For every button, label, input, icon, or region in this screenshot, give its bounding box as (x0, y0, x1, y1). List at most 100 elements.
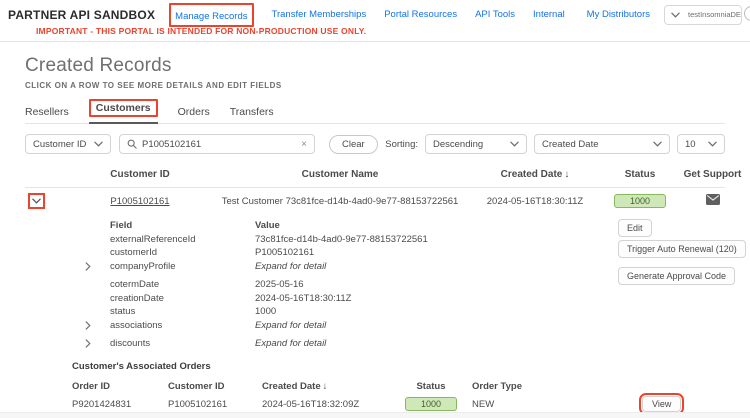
chevron-down-icon (653, 141, 662, 147)
detail-value: 1000 (255, 305, 725, 319)
col-order-created-label: Created Date (262, 381, 321, 392)
customer-detail-panel: Field Value externalReferenceId 73c81fce… (85, 219, 725, 351)
app-title: PARTNER API SANDBOX (8, 8, 155, 22)
order-id-cell: P9201424831 (72, 399, 168, 410)
orders-table-header: Order ID Customer ID Created Date↓ Statu… (72, 381, 725, 392)
sort-descending-icon: ↓ (564, 169, 569, 180)
col-created-date-label: Created Date (501, 169, 563, 180)
customers-tab-highlight: Customers (89, 99, 158, 117)
sort-descending-icon: ↓ (323, 381, 328, 392)
chevron-down-icon (708, 141, 717, 147)
status-badge: 1000 (614, 194, 666, 208)
page-size-select[interactable]: 10 (677, 134, 725, 154)
tab-resellers[interactable]: Resellers (25, 106, 69, 123)
non-production-warning: IMPORTANT - THIS PORTAL IS INTENDED FOR … (36, 26, 750, 36)
chevron-down-icon (94, 141, 103, 147)
customers-table-header: Customer ID Customer Name Created Date↓ … (25, 169, 725, 180)
view-order-button[interactable]: View (642, 396, 681, 412)
get-support-mail-icon[interactable] (706, 194, 720, 205)
distributor-select[interactable]: testInsomniaDE (664, 5, 742, 25)
filter-row: Customer ID × Clear Sorting: Descending … (25, 134, 725, 154)
detail-value-expandable[interactable]: Expand for detail (255, 319, 725, 333)
detail-row-discounts[interactable]: discounts Expand for detail (85, 337, 725, 351)
customer-name-cell: Test Customer 73c81fce-d14b-4ad0-9e77-88… (215, 196, 465, 207)
search-field-select[interactable]: Customer ID (25, 134, 111, 154)
search-icon (127, 139, 137, 149)
sort-by-select[interactable]: Created Date (534, 134, 670, 154)
nav-transfer-memberships[interactable]: Transfer Memberships (272, 9, 367, 20)
detail-action-buttons: Edit Trigger Auto Renewal (120) Generate… (618, 219, 746, 285)
tab-orders[interactable]: Orders (178, 106, 210, 123)
record-type-tabs: Resellers Customers Orders Transfers (25, 99, 725, 124)
col-order-id: Order ID (72, 381, 168, 392)
chevron-right-icon[interactable] (85, 260, 110, 274)
detail-row-associations[interactable]: associations Expand for detail (85, 319, 725, 333)
page-title: Created Records (25, 55, 725, 77)
clear-button[interactable]: Clear (329, 135, 378, 154)
chevron-down-icon (671, 12, 680, 18)
customer-id-link[interactable]: P1005102161 (110, 196, 169, 207)
search-field-value: Customer ID (33, 139, 86, 150)
chevron-right-icon[interactable] (85, 337, 110, 351)
col-order-created-date[interactable]: Created Date↓ (262, 381, 400, 392)
col-get-support: Get Support (675, 169, 750, 180)
col-status: Status (605, 169, 675, 180)
nav-internal[interactable]: Internal (533, 9, 565, 20)
header-divider (0, 41, 750, 42)
col-created-date[interactable]: Created Date↓ (465, 169, 605, 180)
detail-field: status (110, 305, 255, 319)
customer-row[interactable]: P1005102161 Test Customer 73c81fce-d14b-… (25, 188, 725, 214)
status-badge: 1000 (405, 397, 457, 411)
detail-field: externalReferenceId (110, 233, 255, 247)
sorting-label: Sorting: (385, 139, 418, 150)
detail-value: 2024-05-16T18:30:11Z (255, 292, 725, 306)
tab-customers[interactable]: Customers (89, 99, 158, 124)
col-order-customer-id: Customer ID (168, 381, 262, 392)
page-size-value: 10 (685, 139, 696, 150)
bottom-section-edge (0, 412, 750, 418)
order-type-cell: NEW (462, 399, 642, 410)
detail-row-status: status 1000 (85, 305, 725, 319)
col-order-type: Order Type (462, 381, 642, 392)
tab-customers-label: Customers (96, 102, 151, 114)
chevron-down-icon (510, 141, 519, 147)
profile-icon[interactable] (744, 6, 750, 21)
search-input[interactable] (142, 139, 296, 150)
manage-records-highlight: Manage Records (169, 3, 253, 27)
sort-direction-value: Descending (433, 139, 483, 150)
clear-search-icon[interactable]: × (301, 139, 307, 150)
generate-approval-code-button[interactable]: Generate Approval Code (618, 267, 735, 285)
nav-manage-records[interactable]: Manage Records (175, 11, 247, 22)
trigger-auto-renewal-button[interactable]: Trigger Auto Renewal (120) (618, 240, 746, 258)
nav-portal-resources[interactable]: Portal Resources (384, 9, 457, 20)
customer-created-cell: 2024-05-16T18:30:11Z (465, 196, 605, 207)
associated-orders-title: Customer's Associated Orders (72, 361, 725, 372)
tab-transfers[interactable]: Transfers (230, 106, 274, 123)
detail-field: creationDate (110, 292, 255, 306)
edit-button[interactable]: Edit (618, 219, 652, 237)
chevron-right-icon[interactable] (85, 319, 110, 333)
detail-field: associations (110, 319, 255, 333)
detail-field: customerId (110, 246, 255, 260)
row-expander-chevron[interactable] (28, 193, 45, 209)
topbar-right: My Distributors testInsomniaDE (587, 5, 742, 25)
distributor-value: testInsomniaDE (688, 10, 741, 19)
detail-field: companyProfile (110, 260, 255, 274)
order-customer-cell: P1005102161 (168, 399, 262, 410)
main-content: Created Records CLICK ON A ROW TO SEE MO… (0, 55, 750, 418)
col-order-status: Status (400, 381, 462, 392)
detail-field-col: Field (110, 219, 255, 233)
detail-field: discounts (110, 337, 255, 351)
top-navigation-bar: PARTNER API SANDBOX Manage Records Trans… (0, 0, 750, 24)
main-nav: Manage Records Transfer Memberships Port… (169, 3, 565, 27)
order-created-cell: 2024-05-16T18:32:09Z (262, 399, 400, 410)
sorting-controls: Sorting: Descending Created Date 10 (385, 134, 725, 154)
detail-row-creationDate: creationDate 2024-05-16T18:30:11Z (85, 292, 725, 306)
search-box: × (119, 134, 315, 154)
my-distributors-link[interactable]: My Distributors (587, 9, 650, 20)
sort-direction-select[interactable]: Descending (425, 134, 527, 154)
detail-value-expandable[interactable]: Expand for detail (255, 337, 725, 351)
col-customer-name: Customer Name (215, 169, 465, 180)
nav-api-tools[interactable]: API Tools (475, 9, 515, 20)
sort-by-value: Created Date (542, 139, 599, 150)
